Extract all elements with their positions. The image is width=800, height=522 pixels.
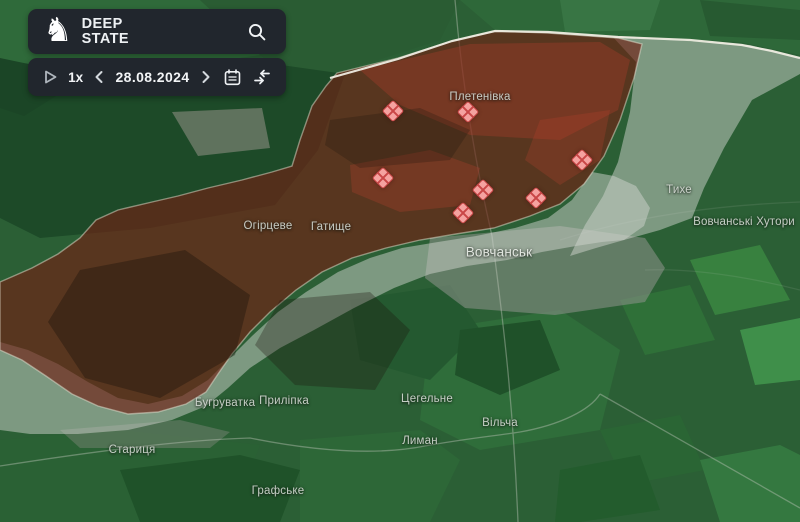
clash-marker[interactable] <box>372 167 395 190</box>
chevron-right-icon <box>200 70 212 84</box>
play-icon <box>43 69 58 85</box>
deepstate-logo-knight-icon: ♞ <box>43 13 73 46</box>
chevron-left-icon <box>93 70 105 84</box>
jump-to-date-icon <box>253 69 271 85</box>
clash-marker[interactable] <box>525 187 548 210</box>
clash-marker[interactable] <box>457 101 480 124</box>
jump-to-date-button[interactable] <box>251 67 273 87</box>
clash-marker[interactable] <box>452 202 475 225</box>
search-icon <box>247 22 267 42</box>
next-day-button[interactable] <box>198 68 214 86</box>
calendar-button[interactable] <box>222 67 243 88</box>
previous-day-button[interactable] <box>91 68 107 86</box>
logo-panel: ♞ DEEP STATE <box>28 9 286 54</box>
speed-button[interactable]: 1x <box>68 70 83 85</box>
clash-marker[interactable] <box>382 100 405 123</box>
logo-line-1: DEEP <box>82 17 129 32</box>
play-button[interactable] <box>41 67 60 87</box>
date-display[interactable]: 28.08.2024 <box>115 69 189 85</box>
search-button[interactable] <box>243 18 271 46</box>
deepstate-map-app: ПлетенівкаТихеВовчанські ХуториОгірцевеГ… <box>0 0 800 522</box>
logo-wordmark: DEEP STATE <box>82 17 129 47</box>
calendar-icon <box>224 69 241 86</box>
clash-marker[interactable] <box>472 179 495 202</box>
playback-panel: 1x 28.08.2024 <box>28 58 286 96</box>
clash-marker[interactable] <box>571 149 594 172</box>
logo-line-2: STATE <box>82 32 129 47</box>
